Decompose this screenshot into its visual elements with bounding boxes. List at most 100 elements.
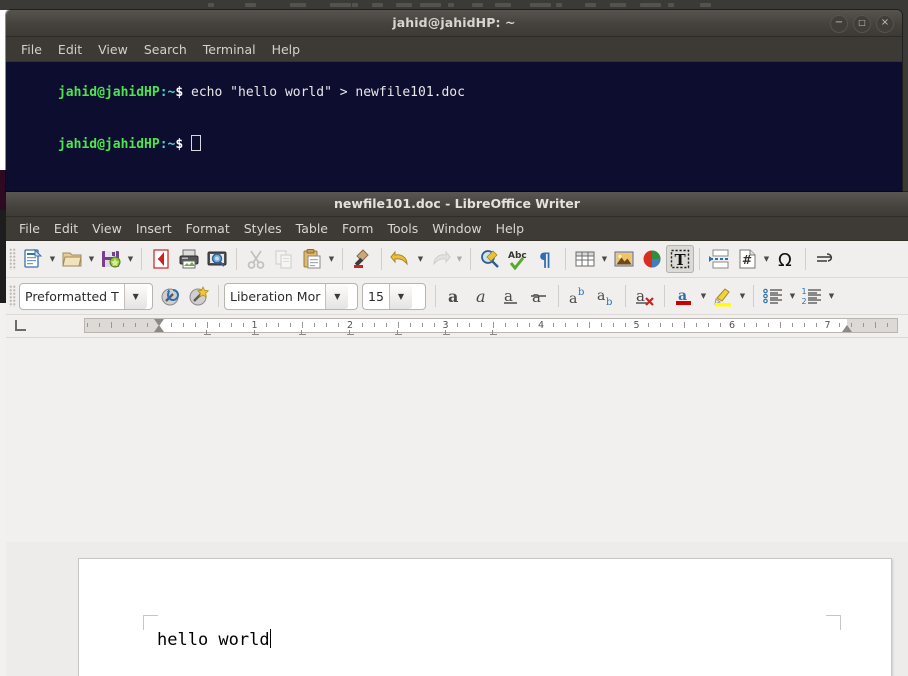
save-document-chevron-down-icon[interactable]: ▼ (125, 245, 136, 273)
terminal-output[interactable]: jahid@jahidHP:~$ echo "hello world" > ne… (6, 62, 902, 192)
menu-help[interactable]: Help (489, 219, 532, 238)
underline-icon[interactable]: a (497, 282, 525, 310)
formatting-toolbar[interactable]: Preformatted T ▼ Liberation Mor ▼ 15 ▼ a… (6, 278, 908, 315)
terminal-menu-view[interactable]: View (90, 40, 136, 59)
horizontal-ruler[interactable]: 1234567 (6, 315, 908, 338)
open-document-chevron-down-icon[interactable]: ▼ (86, 245, 97, 273)
left-indent-marker[interactable] (154, 325, 164, 332)
insert-field-icon[interactable]: # (733, 245, 761, 273)
insert-field-chevron-down-icon[interactable]: ▼ (761, 245, 772, 273)
page-break-icon[interactable] (705, 245, 733, 273)
menu-file[interactable]: File (12, 219, 47, 238)
open-document-icon[interactable] (58, 245, 86, 273)
undo-icon[interactable] (387, 245, 415, 273)
menu-tools[interactable]: Tools (380, 219, 425, 238)
menu-view[interactable]: View (85, 219, 129, 238)
menu-window[interactable]: Window (425, 219, 488, 238)
right-indent-marker[interactable] (842, 325, 852, 332)
unordered-list-chevron-down-icon[interactable]: ▼ (787, 282, 798, 310)
terminal-menu-terminal[interactable]: Terminal (195, 40, 264, 59)
standard-toolbar[interactable]: ▼ ▼ ▼ ▼ ▼ ▼ Abc ¶ ▼ T # ▼ Ω (6, 241, 908, 278)
paste-chevron-down-icon[interactable]: ▼ (326, 245, 337, 273)
insert-text-box-icon[interactable]: T (666, 245, 694, 273)
terminal-window-controls[interactable]: − □ × (830, 15, 894, 33)
undo-chevron-down-icon[interactable]: ▼ (415, 245, 426, 273)
font-color-chevron-down-icon[interactable]: ▼ (698, 282, 709, 310)
clone-formatting-icon[interactable] (348, 245, 376, 273)
svg-text:T: T (675, 251, 687, 269)
paragraph-style-chevron-down-icon[interactable]: ▼ (123, 283, 147, 309)
print-icon[interactable] (175, 245, 203, 273)
minimize-icon[interactable]: − (830, 15, 848, 33)
insert-hyperlink-icon[interactable] (811, 245, 839, 273)
spelling-icon[interactable]: Abc (504, 245, 532, 273)
strikethrough-icon[interactable]: a (525, 282, 553, 310)
paragraph-style-value[interactable]: Preformatted T (20, 284, 124, 309)
document-page[interactable]: hello world (78, 558, 892, 676)
clear-formatting-icon[interactable]: a (631, 282, 659, 310)
document-text[interactable]: hello world (157, 629, 272, 650)
menu-styles[interactable]: Styles (237, 219, 289, 238)
font-color-icon[interactable]: a (670, 282, 698, 310)
update-selected-style-icon[interactable] (157, 282, 185, 310)
document-workspace[interactable]: hello world (6, 542, 908, 676)
tab-stop-marker[interactable] (299, 330, 309, 335)
paragraph-style-combo[interactable]: Preformatted T ▼ (19, 282, 153, 310)
ordered-list-icon[interactable]: 1 2 (798, 282, 826, 310)
terminal-window[interactable]: jahid@jahidHP: ~ − □ × File Edit View Se… (6, 10, 902, 192)
writer-menubar[interactable]: File Edit View Insert Format Styles Tabl… (6, 217, 908, 241)
libreoffice-writer-window[interactable]: newfile101.doc - LibreOffice Writer File… (6, 192, 908, 676)
terminal-menu-edit[interactable]: Edit (50, 40, 90, 59)
toolbar-grip[interactable] (9, 248, 16, 270)
special-character-icon[interactable]: Ω (772, 245, 800, 273)
tab-stop-marker[interactable] (490, 330, 500, 335)
unordered-list-icon[interactable] (759, 282, 787, 310)
menu-format[interactable]: Format (179, 219, 237, 238)
font-name-combo[interactable]: Liberation Mor ▼ (224, 282, 358, 310)
font-size-combo[interactable]: 15 ▼ (362, 282, 426, 310)
subscript-icon[interactable]: a b (592, 282, 620, 310)
ordered-list-chevron-down-icon[interactable]: ▼ (826, 282, 837, 310)
terminal-menubar[interactable]: File Edit View Search Terminal Help (6, 37, 902, 62)
menu-form[interactable]: Form (335, 219, 381, 238)
menu-table[interactable]: Table (289, 219, 335, 238)
menu-insert[interactable]: Insert (129, 219, 179, 238)
new-document-icon[interactable] (19, 245, 47, 273)
toolbar-separator (470, 248, 471, 270)
superscript-icon[interactable]: a b (564, 282, 592, 310)
font-name-value[interactable]: Liberation Mor (225, 284, 325, 309)
save-document-icon[interactable] (97, 245, 125, 273)
highlight-color-icon[interactable] (709, 282, 737, 310)
terminal-menu-search[interactable]: Search (136, 40, 195, 59)
bold-icon[interactable]: a (441, 282, 469, 310)
terminal-menu-help[interactable]: Help (264, 40, 309, 59)
close-icon[interactable]: × (876, 15, 894, 33)
tab-stop-marker[interactable] (442, 330, 453, 335)
highlight-color-chevron-down-icon[interactable]: ▼ (737, 282, 748, 310)
export-pdf-icon[interactable] (147, 245, 175, 273)
paste-icon[interactable] (298, 245, 326, 273)
insert-table-chevron-down-icon[interactable]: ▼ (599, 245, 610, 273)
tab-stop-marker[interactable] (251, 330, 262, 335)
find-replace-icon[interactable] (476, 245, 504, 273)
print-preview-icon[interactable] (203, 245, 231, 273)
new-style-from-selection-icon[interactable] (185, 282, 213, 310)
font-size-value[interactable]: 15 (363, 284, 389, 309)
italic-icon[interactable]: a (469, 282, 497, 310)
insert-image-icon[interactable] (610, 245, 638, 273)
insert-chart-icon[interactable] (638, 245, 666, 273)
formatting-marks-icon[interactable]: ¶ (532, 245, 560, 273)
maximize-icon[interactable]: □ (853, 15, 871, 33)
writer-titlebar[interactable]: newfile101.doc - LibreOffice Writer (6, 192, 908, 217)
toolbar-grip[interactable] (9, 285, 16, 307)
terminal-titlebar[interactable]: jahid@jahidHP: ~ − □ × (6, 10, 902, 37)
font-name-chevron-down-icon[interactable]: ▼ (325, 283, 349, 309)
tab-stop-marker[interactable] (347, 330, 357, 335)
new-document-chevron-down-icon[interactable]: ▼ (47, 245, 58, 273)
menu-edit[interactable]: Edit (47, 219, 85, 238)
insert-table-icon[interactable] (571, 245, 599, 273)
tab-stop-marker[interactable] (394, 330, 405, 335)
terminal-menu-file[interactable]: File (13, 40, 50, 59)
font-size-chevron-down-icon[interactable]: ▼ (388, 283, 412, 309)
tab-stop-marker[interactable] (203, 330, 214, 335)
